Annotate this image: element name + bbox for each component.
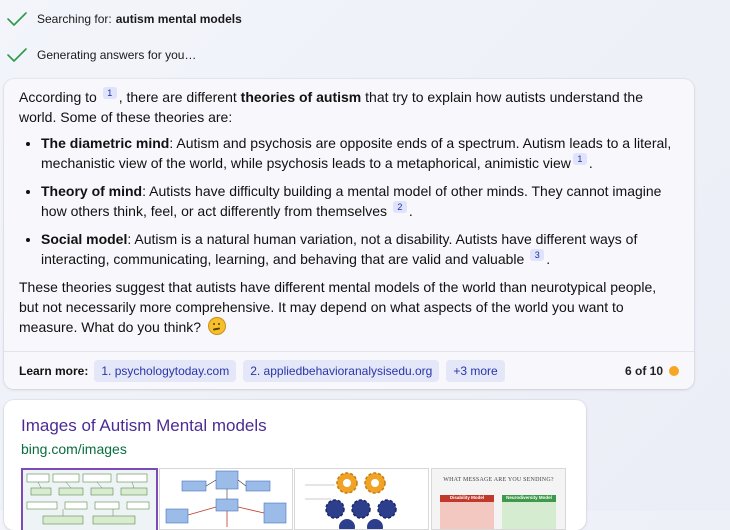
intro-text: , there are different [118, 89, 237, 105]
images-source-link[interactable]: bing.com/images [21, 441, 127, 457]
source-link-psychologytoday[interactable]: 1. psychologytoday.com [94, 359, 237, 382]
citation-badge[interactable]: 1 [102, 87, 117, 99]
generating-label: Generating answers for you… [37, 48, 197, 62]
image-thumbnail[interactable]: WHAT MESSAGE ARE YOU SENDING? Disability… [431, 468, 566, 530]
theory-end: . [408, 203, 413, 219]
citation-badge[interactable]: 1 [572, 153, 587, 165]
neurodiversity-model-label: Neurodiversity Model [506, 495, 552, 500]
answer-intro: According to 1, there are different theo… [19, 87, 679, 127]
list-item: Social model: Autism is a natural human … [41, 229, 679, 269]
answer-card: According to 1, there are different theo… [4, 79, 694, 389]
thumbnail-heading: WHAT MESSAGE ARE YOU SENDING? [443, 477, 554, 483]
theories-list: The diametric mind: Autism and psychosis… [19, 133, 679, 269]
disability-model-box: Disability Model [440, 495, 494, 529]
answer-conclusion: These theories suggest that autists have… [19, 277, 679, 337]
generating-status: Generating answers for you… [6, 46, 196, 64]
learn-more-bar: Learn more: 1. psychologytoday.com 2. ap… [4, 351, 694, 389]
diagram-thumbnail-graphic [26, 473, 150, 525]
searching-prefix: Searching for: [37, 12, 112, 26]
citation-badge[interactable]: 2 [392, 201, 407, 213]
flowchart-thumbnail-graphic [165, 470, 287, 527]
search-query: autism mental models [115, 12, 242, 26]
conclusion-text: These theories suggest that autists have… [19, 279, 657, 335]
list-item: The diametric mind: Autism and psychosis… [41, 133, 679, 173]
more-sources-button[interactable]: +3 more [446, 359, 505, 382]
response-counter: 6 of 10 [625, 364, 679, 378]
image-thumbnail[interactable] [294, 468, 429, 530]
thinking-face-emoji [208, 317, 226, 335]
theory-title: Theory of mind [41, 183, 143, 199]
intro-bold-text: theories of autism [240, 89, 362, 105]
intro-text: According to [19, 89, 97, 105]
status-dot [669, 365, 679, 376]
check-icon [7, 48, 27, 62]
gears-thumbnail-graphic [305, 472, 397, 529]
answer-body: According to 1, there are different theo… [4, 79, 694, 337]
theory-title: Social model [41, 231, 128, 247]
learn-more-label: Learn more: [19, 363, 89, 378]
neurodiversity-model-box: Neurodiversity Model [502, 495, 556, 529]
citation-badge[interactable]: 3 [530, 249, 545, 261]
theory-title: The diametric mind [41, 135, 170, 151]
source-link-appliedbehavior[interactable]: 2. appliedbehavioranalysisedu.org [243, 359, 440, 382]
list-item: Theory of mind: Autists have difficulty … [41, 181, 679, 221]
check-icon [7, 12, 27, 26]
disability-model-label: Disability Model [449, 495, 485, 500]
image-thumbnail[interactable] [159, 468, 293, 530]
searching-status: Searching for: autism mental models [6, 10, 242, 28]
counter-text: 6 of 10 [624, 363, 663, 378]
image-thumbnail[interactable] [21, 468, 158, 530]
theory-end: . [588, 155, 593, 171]
theory-end: . [546, 251, 551, 267]
images-title-link[interactable]: Images of Autism Mental models [21, 416, 267, 436]
